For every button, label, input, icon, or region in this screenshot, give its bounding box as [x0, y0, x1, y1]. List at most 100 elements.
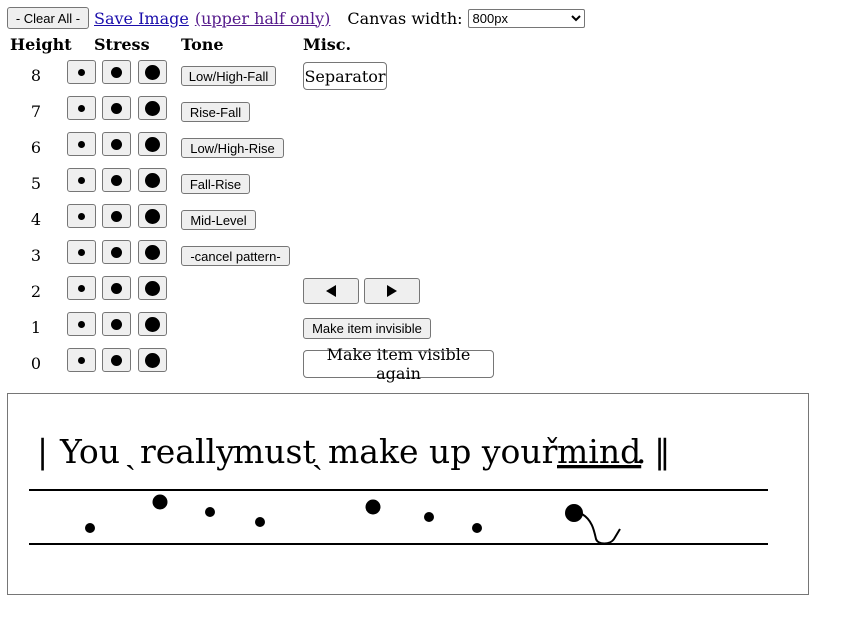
make-visible-button[interactable]: Make item visible again	[303, 345, 494, 383]
medium-dot-icon	[111, 246, 122, 258]
height-label-2: 2	[30, 282, 42, 301]
upper-half-link[interactable]: (upper half only)	[195, 9, 331, 28]
stress-medium-button[interactable]	[102, 168, 131, 192]
small-dot-icon	[78, 284, 85, 292]
fall-mark: ˎ	[125, 432, 136, 471]
stress-large-button[interactable]	[138, 132, 167, 156]
stress-medium-button[interactable]	[102, 312, 131, 336]
move-left-button[interactable]	[303, 278, 359, 304]
pitch-dot[interactable]	[365, 499, 381, 515]
stress-large-button[interactable]	[138, 60, 167, 84]
clear-all-button[interactable]: - Clear All -	[7, 7, 89, 29]
stress-small-button[interactable]	[67, 240, 96, 264]
word-you: You	[59, 432, 120, 471]
stress-small-button[interactable]	[67, 96, 96, 120]
large-dot-icon	[145, 280, 160, 296]
tone-mid-level-button[interactable]: Mid-Level	[181, 210, 256, 230]
stress-medium-button[interactable]	[102, 204, 131, 228]
word-make-up-your: make up your	[328, 432, 558, 471]
stress-small-button[interactable]	[67, 276, 96, 300]
intonation-canvas[interactable]: | You ˎ really must ˎ make up your ˇ min…	[7, 393, 809, 595]
word-mind-nucleus: mind	[557, 432, 641, 471]
large-dot-icon	[145, 172, 160, 188]
medium-dot-icon	[111, 174, 122, 186]
stress-large-button[interactable]	[138, 240, 167, 264]
height-label-8: 8	[30, 66, 42, 85]
small-dot-icon	[78, 248, 85, 256]
medium-dot-icon	[111, 354, 122, 366]
tone-rise-fall-button[interactable]: Rise-Fall	[181, 102, 250, 122]
stress-medium-button[interactable]	[102, 60, 131, 84]
small-dot-icon	[78, 176, 85, 184]
column-header-height: Height	[10, 35, 72, 54]
save-image-link[interactable]: Save Image	[94, 9, 189, 28]
tone-low-high-rise-button[interactable]: Low/High-Rise	[181, 138, 284, 158]
small-dot-icon	[78, 212, 85, 220]
stress-large-button[interactable]	[138, 168, 167, 192]
medium-dot-icon	[111, 210, 122, 222]
canvas-width-select[interactable]: 800px	[467, 8, 585, 28]
make-invisible-button[interactable]: Make item invisible	[303, 318, 431, 339]
height-label-7: 7	[30, 102, 42, 121]
small-dot-icon	[78, 104, 85, 112]
large-dot-icon	[145, 244, 160, 260]
canvas-width-label: Canvas width:	[347, 8, 463, 28]
stress-small-button[interactable]	[67, 168, 96, 192]
small-dot-icon	[78, 320, 85, 328]
large-dot-icon	[145, 64, 160, 80]
stress-large-button[interactable]	[138, 276, 167, 300]
move-right-button[interactable]	[364, 278, 420, 304]
height-label-6: 6	[30, 138, 42, 157]
height-label-4: 4	[30, 210, 42, 229]
tone-unit-bar-end: ‖	[654, 432, 671, 471]
stress-medium-button[interactable]	[102, 276, 131, 300]
period: .	[636, 432, 647, 471]
triangle-left-icon	[326, 285, 336, 297]
medium-dot-icon	[111, 282, 122, 294]
small-dot-icon	[78, 68, 85, 76]
fall-mark: ˎ	[312, 432, 323, 471]
stress-small-button[interactable]	[67, 348, 96, 372]
stress-medium-button[interactable]	[102, 96, 131, 120]
stress-large-button[interactable]	[138, 204, 167, 228]
stress-large-button[interactable]	[138, 348, 167, 372]
medium-dot-icon	[111, 102, 122, 114]
stress-large-button[interactable]	[138, 312, 167, 336]
pitch-dot[interactable]	[472, 523, 482, 533]
pitch-dot[interactable]	[424, 512, 434, 522]
triangle-right-icon	[387, 285, 397, 297]
stress-large-button[interactable]	[138, 96, 167, 120]
stress-medium-button[interactable]	[102, 132, 131, 156]
column-header-stress: Stress	[94, 35, 150, 54]
intonation-drawing: | You ˎ really must ˎ make up your ˇ min…	[29, 432, 768, 545]
tone-unit-bar-start: |	[37, 432, 48, 471]
pitch-dot[interactable]	[85, 523, 95, 533]
medium-dot-icon	[111, 318, 122, 330]
medium-dot-icon	[111, 66, 122, 78]
pitch-dot[interactable]	[152, 494, 168, 510]
small-dot-icon	[78, 356, 85, 364]
pitch-dot[interactable]	[255, 517, 265, 527]
stress-small-button[interactable]	[67, 204, 96, 228]
large-dot-icon	[145, 100, 160, 116]
pitch-dot[interactable]	[565, 504, 583, 522]
stress-medium-button[interactable]	[102, 240, 131, 264]
height-label-3: 3	[30, 246, 42, 265]
stress-small-button[interactable]	[67, 132, 96, 156]
medium-dot-icon	[111, 138, 122, 150]
separator-button[interactable]: Separator	[303, 62, 387, 90]
stress-small-button[interactable]	[67, 312, 96, 336]
height-label-1: 1	[30, 318, 42, 337]
large-dot-icon	[145, 352, 160, 368]
stress-medium-button[interactable]	[102, 348, 131, 372]
cancel-pattern-button[interactable]: -cancel pattern-	[181, 246, 290, 266]
tone-fall-rise-button[interactable]: Fall-Rise	[181, 174, 250, 194]
height-label-5: 5	[30, 174, 42, 193]
word-really: really	[140, 432, 235, 471]
stress-small-button[interactable]	[67, 60, 96, 84]
tone-low-high-fall-button[interactable]: Low/High-Fall	[181, 66, 276, 86]
column-header-tone: Tone	[181, 35, 224, 54]
pitch-dot[interactable]	[205, 507, 215, 517]
height-label-0: 0	[30, 354, 42, 373]
word-must: must	[233, 432, 316, 471]
